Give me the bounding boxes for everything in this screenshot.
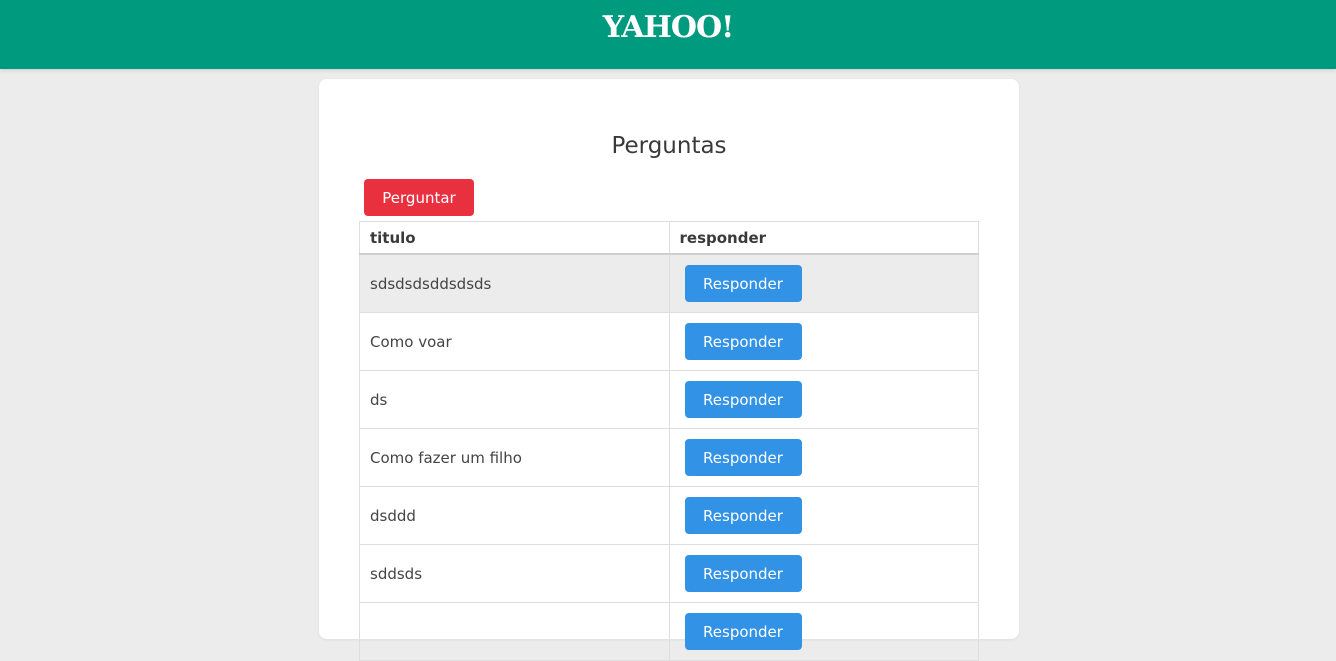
question-title: sdsdsdsddsdsds xyxy=(359,253,670,313)
top-bar: YAHOO! xyxy=(0,0,1336,69)
reply-cell: Responder xyxy=(668,428,979,487)
reply-cell: Responder xyxy=(668,370,979,429)
reply-button[interactable]: Responder xyxy=(684,265,802,302)
reply-button[interactable]: Responder xyxy=(684,439,802,476)
reply-button[interactable]: Responder xyxy=(684,555,802,592)
question-title xyxy=(359,602,670,661)
reply-cell: Responder xyxy=(668,486,979,545)
reply-button[interactable]: Responder xyxy=(684,323,802,360)
column-header-responder: responder xyxy=(668,221,979,255)
question-title: sddsds xyxy=(359,544,670,603)
reply-button[interactable]: Responder xyxy=(684,381,802,418)
question-title: dsddd xyxy=(359,486,670,545)
questions-table: titulo responder sdsdsdsddsdsds Responde… xyxy=(359,221,979,661)
question-title: Como voar xyxy=(359,312,670,371)
table-row: ds Responder xyxy=(359,370,979,429)
table-row: sddsds Responder xyxy=(359,544,979,603)
table-row: Responder xyxy=(359,602,979,661)
questions-card: Perguntas Perguntar titulo responder sds… xyxy=(319,79,1019,661)
column-header-titulo: titulo xyxy=(359,221,670,255)
question-title: Como fazer um filho xyxy=(359,428,670,487)
yahoo-logo[interactable]: YAHOO! xyxy=(0,10,1336,45)
table-header-row: titulo responder xyxy=(359,221,979,255)
reply-cell: Responder xyxy=(668,602,979,661)
reply-button[interactable]: Responder xyxy=(684,497,802,534)
table-row: sdsdsdsddsdsds Responder xyxy=(359,253,979,313)
reply-button[interactable]: Responder xyxy=(684,613,802,650)
page-title: Perguntas xyxy=(611,133,727,159)
reply-cell: Responder xyxy=(668,544,979,603)
question-title: ds xyxy=(359,370,670,429)
reply-cell: Responder xyxy=(668,312,979,371)
table-row: dsddd Responder xyxy=(359,486,979,545)
ask-question-button[interactable]: Perguntar xyxy=(364,179,474,216)
table-row: Como voar Responder xyxy=(359,312,979,371)
reply-cell: Responder xyxy=(668,253,979,313)
table-row: Como fazer um filho Responder xyxy=(359,428,979,487)
